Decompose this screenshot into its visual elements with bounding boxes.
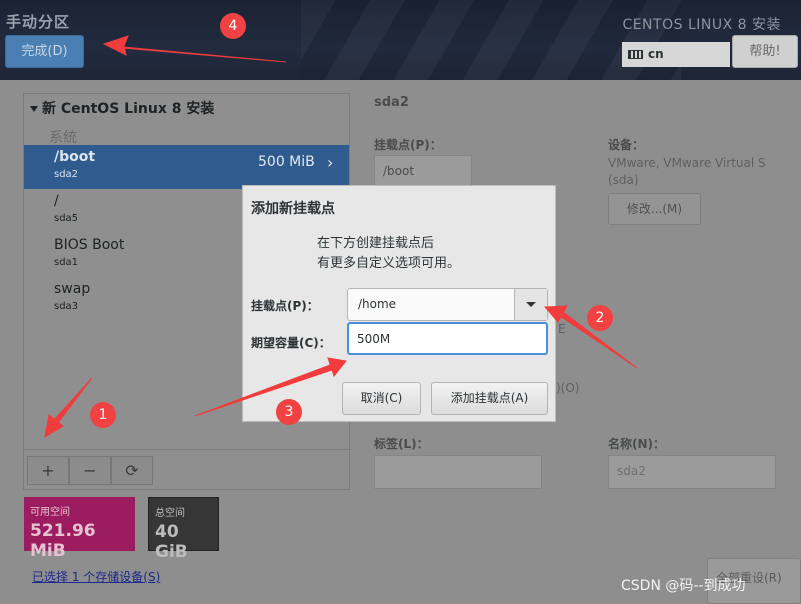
- modify-button[interactable]: 修改...(M): [608, 193, 701, 225]
- annotation-badge-2: 2: [587, 305, 613, 331]
- capacity-input[interactable]: [347, 322, 548, 355]
- dialog-desc-line-2: 有更多自定义选项可用。: [317, 256, 461, 271]
- partition-device: sda5: [54, 213, 79, 224]
- details-label-field[interactable]: [374, 455, 542, 489]
- partition-name: /: [54, 193, 59, 209]
- mount-point-combo[interactable]: /home: [347, 288, 548, 321]
- partition-name: swap: [54, 281, 91, 297]
- cancel-button[interactable]: 取消(C): [342, 382, 421, 415]
- details-partial-text-o: )(O): [556, 381, 580, 395]
- page-title: 手动分区: [6, 13, 71, 31]
- install-title-label: 新 CentOS Linux 8 安装: [42, 101, 215, 117]
- product-title: CENTOS LINUX 8 安装: [622, 17, 781, 33]
- dialog-capacity-label: 期望容量(C)：: [251, 336, 331, 350]
- partition-item-boot[interactable]: /boot sda2 500 MiB ›: [24, 145, 349, 189]
- mount-point-value: /home: [358, 297, 397, 311]
- storage-devices-link[interactable]: 已选择 1 个存储设备(S): [32, 568, 160, 585]
- chevron-down-icon: [526, 302, 536, 307]
- details-partial-text-e: E: [558, 322, 566, 336]
- watermark: CSDN @码--到成功: [621, 578, 746, 594]
- partition-device: sda1: [54, 257, 79, 268]
- available-space-label: 可用空间: [30, 507, 70, 518]
- total-space-value: 40 GiB: [155, 522, 188, 562]
- details-name-label: 名称(N)：: [608, 437, 666, 451]
- refresh-icon[interactable]: ⟳: [111, 456, 153, 485]
- chevron-right-icon: ›: [327, 153, 334, 172]
- install-title[interactable]: 新 CentOS Linux 8 安装: [30, 98, 214, 118]
- available-space-value: 521.96 MiB: [30, 521, 96, 561]
- partition-name: BIOS Boot: [54, 237, 125, 253]
- details-name-field[interactable]: sda2: [608, 455, 776, 489]
- add-mount-point-dialog: 添加新挂载点 在下方创建挂载点后 有更多自定义选项可用。 挂载点(P)： /ho…: [242, 185, 556, 422]
- keyboard-layout-indicator[interactable]: cn: [622, 42, 730, 67]
- keyboard-icon: [628, 50, 643, 59]
- details-label-label: 标签(L)：: [374, 437, 429, 451]
- details-mount-field[interactable]: /boot: [374, 155, 472, 187]
- total-space-label: 总空间: [155, 508, 185, 519]
- details-mount-label: 挂载点(P)：: [374, 138, 442, 152]
- header-bar: 手动分区 完成(D) CENTOS LINUX 8 安装 cn 帮助!: [0, 0, 801, 80]
- total-space-box: 总空间 40 GiB: [148, 497, 219, 562]
- partition-toolbar: + − ⟳: [24, 449, 351, 489]
- dialog-mount-label: 挂载点(P)：: [251, 299, 319, 313]
- details-device-value-1: VMware, VMware Virtual S: [608, 156, 766, 170]
- partition-device: sda2: [54, 169, 79, 180]
- dialog-desc-line-1: 在下方创建挂载点后: [317, 236, 435, 251]
- partition-name: /boot: [54, 149, 96, 165]
- annotation-badge-3: 3: [276, 399, 302, 425]
- annotation-badge-1: 1: [90, 402, 116, 428]
- group-label-system: 系统: [49, 130, 77, 146]
- remove-partition-button[interactable]: −: [69, 456, 111, 485]
- details-device-label: 设备：: [608, 138, 645, 152]
- details-title: sda2: [374, 95, 409, 110]
- done-button[interactable]: 完成(D): [5, 35, 84, 68]
- keyboard-layout-label: cn: [648, 47, 664, 61]
- add-partition-button[interactable]: +: [27, 456, 69, 485]
- available-space-box: 可用空间 521.96 MiB: [24, 497, 135, 561]
- expand-triangle-icon: [30, 106, 38, 112]
- dropdown-button[interactable]: [514, 289, 547, 320]
- details-device-value-2: (sda): [608, 173, 639, 187]
- add-mount-point-button[interactable]: 添加挂载点(A): [431, 382, 548, 415]
- dialog-title: 添加新挂载点: [251, 201, 335, 217]
- header-decoration: [301, 0, 681, 80]
- help-button[interactable]: 帮助!: [732, 35, 798, 68]
- partition-size: 500 MiB: [258, 154, 315, 170]
- partition-device: sda3: [54, 301, 79, 312]
- annotation-badge-4: 4: [220, 13, 246, 39]
- dialog-description: 在下方创建挂载点后 有更多自定义选项可用。: [243, 234, 557, 274]
